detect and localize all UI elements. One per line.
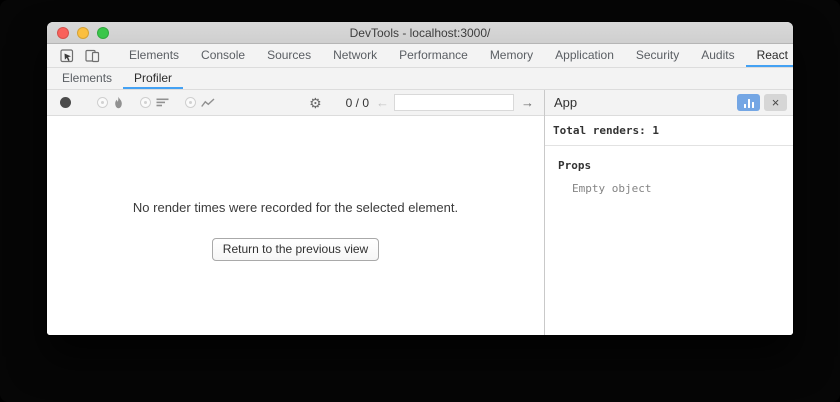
- minimize-window-button[interactable]: [77, 27, 89, 39]
- devtools-window: DevTools - localhost:3000/ Elements Cons…: [47, 22, 793, 335]
- close-icon[interactable]: ×: [764, 94, 787, 111]
- tab-audits[interactable]: Audits: [690, 44, 745, 67]
- flamegraph-radio[interactable]: [97, 97, 108, 108]
- gear-icon[interactable]: ⚙: [304, 96, 327, 110]
- subtab-elements[interactable]: Elements: [51, 68, 123, 89]
- tab-elements[interactable]: Elements: [118, 44, 190, 67]
- interactions-option[interactable]: [185, 97, 215, 108]
- interactions-chart-icon: [201, 98, 215, 108]
- search-input[interactable]: [394, 94, 514, 111]
- ranked-radio[interactable]: [140, 97, 151, 108]
- titlebar[interactable]: DevTools - localhost:3000/: [47, 22, 793, 44]
- selected-element-header: App ×: [545, 90, 793, 116]
- tab-react[interactable]: React: [746, 44, 793, 67]
- bar-chart-icon[interactable]: [737, 94, 760, 111]
- next-result-icon[interactable]: →: [521, 96, 534, 109]
- desktop-background: DevTools - localhost:3000/ Elements Cons…: [0, 0, 840, 402]
- search-result-counter: 0 / 0: [346, 96, 369, 110]
- total-renders-label: Total renders:: [553, 124, 646, 137]
- traffic-lights: [57, 22, 109, 43]
- tab-network[interactable]: Network: [322, 44, 388, 67]
- return-previous-view-button[interactable]: Return to the previous view: [212, 238, 379, 261]
- total-renders-row: Total renders: 1: [545, 124, 793, 146]
- profiler-left-pane: ⚙ 0 / 0 ← → No render times were recorde…: [47, 90, 544, 335]
- ranked-chart-icon: [156, 98, 169, 107]
- tab-security[interactable]: Security: [625, 44, 690, 67]
- props-section-label: Props: [558, 159, 793, 172]
- interactions-radio[interactable]: [185, 97, 196, 108]
- react-devtools-subtabbar: Elements Profiler: [47, 68, 793, 90]
- profiler-toolbar: ⚙ 0 / 0 ← →: [47, 90, 544, 116]
- zoom-window-button[interactable]: [97, 27, 109, 39]
- total-renders-value: 1: [652, 124, 659, 137]
- tab-sources[interactable]: Sources: [256, 44, 322, 67]
- close-window-button[interactable]: [57, 27, 69, 39]
- flamegraph-option[interactable]: [97, 96, 124, 109]
- inspect-element-icon[interactable]: [55, 44, 80, 67]
- empty-state-message: No render times were recorded for the se…: [133, 200, 458, 215]
- previous-result-icon[interactable]: ←: [376, 96, 389, 109]
- props-value: Empty object: [572, 182, 793, 195]
- selected-component-name: App: [554, 95, 733, 110]
- selected-element-panel: App × Total renders: 1 Props Empty objec…: [544, 90, 793, 335]
- profiler-body: ⚙ 0 / 0 ← → No render times were recorde…: [47, 90, 793, 335]
- device-toolbar-icon[interactable]: [80, 44, 106, 67]
- subtab-profiler[interactable]: Profiler: [123, 68, 183, 89]
- record-icon[interactable]: [60, 97, 71, 108]
- tab-console[interactable]: Console: [190, 44, 256, 67]
- tab-performance[interactable]: Performance: [388, 44, 479, 67]
- tab-application[interactable]: Application: [544, 44, 625, 67]
- devtools-tabbar: Elements Console Sources Network Perform…: [47, 44, 793, 68]
- profiler-main-area: No render times were recorded for the se…: [47, 116, 544, 335]
- tab-memory[interactable]: Memory: [479, 44, 544, 67]
- selected-element-details: Total renders: 1 Props Empty object: [545, 116, 793, 335]
- ranked-option[interactable]: [140, 97, 169, 108]
- flame-icon: [113, 96, 124, 109]
- window-title: DevTools - localhost:3000/: [350, 26, 491, 40]
